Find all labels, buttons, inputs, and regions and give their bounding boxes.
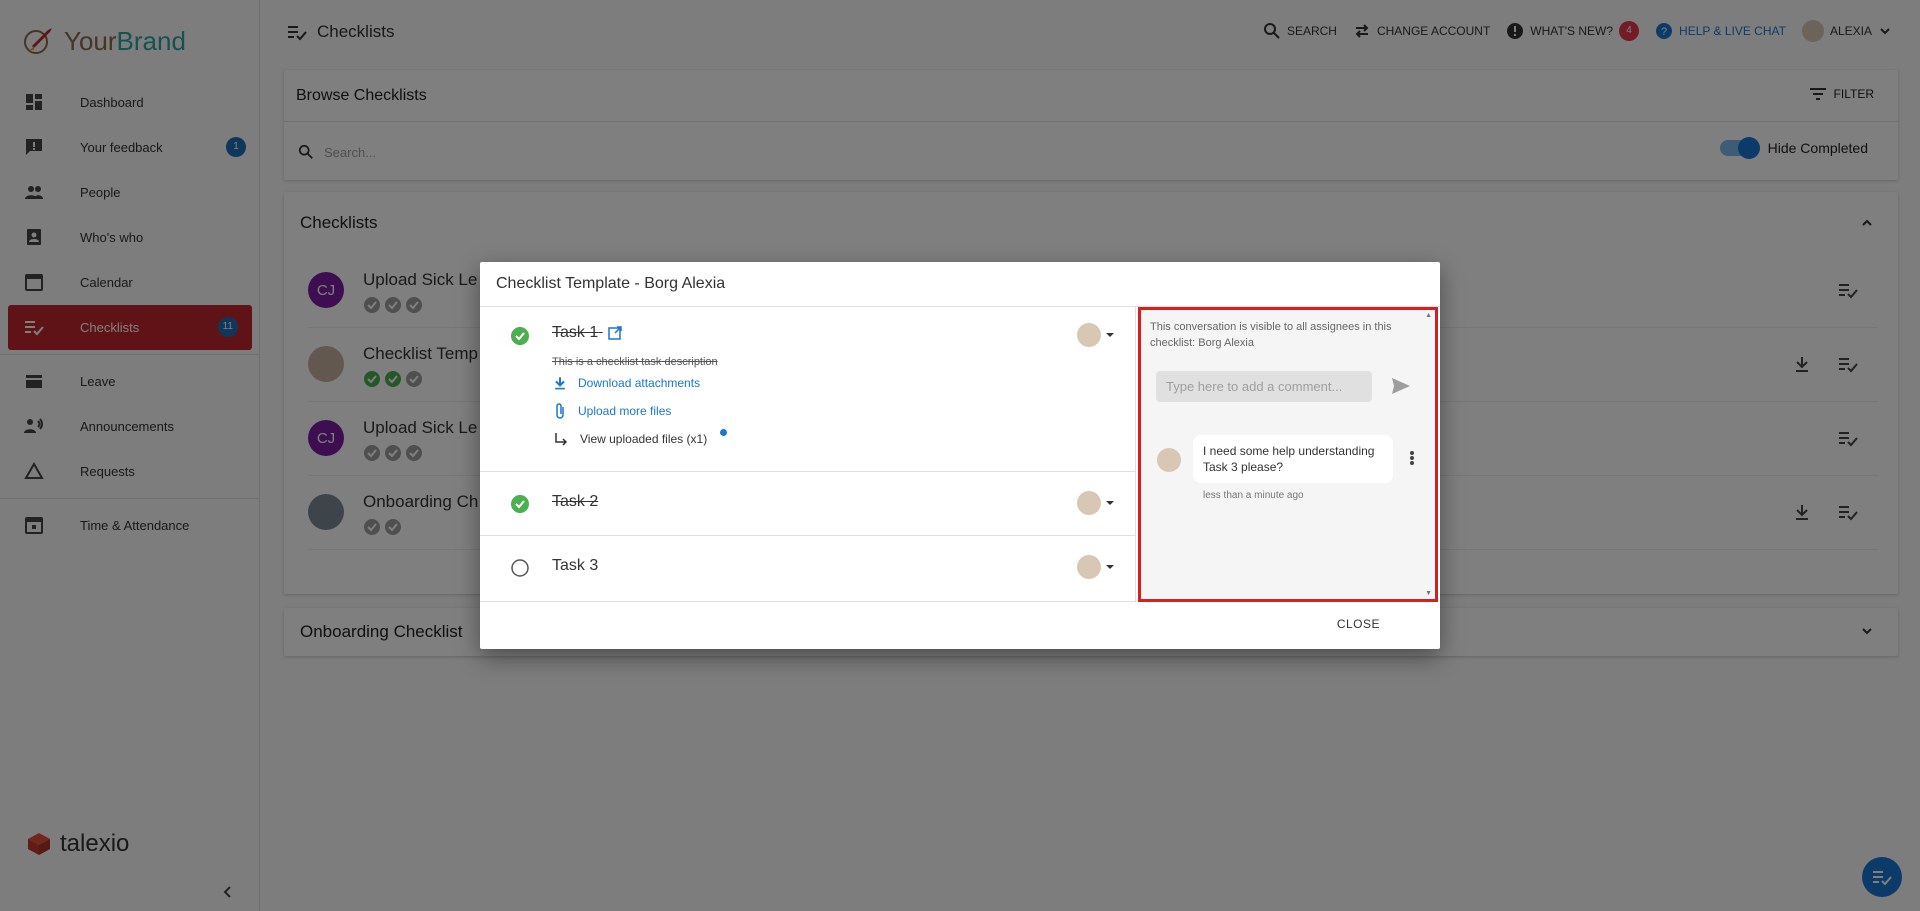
task-item: Task 2 <box>480 472 1135 536</box>
assignee-avatar <box>1077 491 1101 515</box>
task-name: Task 2 <box>552 493 599 510</box>
dialog-title: Checklist Template - Borg Alexia <box>480 262 1440 307</box>
comment-input[interactable]: Type here to add a comment... <box>1156 371 1372 402</box>
subdirectory-arrow-icon <box>555 433 568 446</box>
view-uploaded-files-link[interactable]: View uploaded files (x1) <box>552 431 707 447</box>
more-vert-icon[interactable] <box>1409 450 1415 466</box>
conversation-visibility-note: This conversation is visible to all assi… <box>1150 321 1392 349</box>
caret-down-icon <box>1106 501 1114 505</box>
task-name: Task 3 <box>552 557 599 574</box>
checklist-dialog: Checklist Template - Borg Alexia Task 1 … <box>480 262 1440 649</box>
open-external-icon[interactable] <box>607 325 623 341</box>
task-name: Task 1 <box>552 324 623 342</box>
scroll-up-arrow[interactable]: ▲ <box>1425 312 1432 319</box>
conversation-panel: ▲ This conversation is visible to all as… <box>1138 307 1438 602</box>
attachment-icon <box>556 403 564 419</box>
send-icon[interactable] <box>1391 377 1411 395</box>
caret-down-icon <box>1106 333 1114 337</box>
task-item: Task 1 This is a checklist task descript… <box>480 307 1135 472</box>
download-attachments-label: Download attachments <box>578 376 701 390</box>
empty-circle-icon[interactable] <box>510 558 530 578</box>
view-uploaded-files-label: View uploaded files (x1) <box>580 432 708 446</box>
assignee-avatar <box>1077 323 1101 347</box>
close-button[interactable]: CLOSE <box>1337 617 1380 631</box>
message-timestamp: less than a minute ago <box>1203 490 1304 501</box>
assignee-selector[interactable] <box>1077 555 1115 579</box>
check-circle-icon[interactable] <box>510 326 530 346</box>
assignee-selector[interactable] <box>1077 323 1115 347</box>
assignee-selector[interactable] <box>1077 491 1115 515</box>
scroll-down-arrow[interactable]: ▼ <box>1425 590 1432 597</box>
upload-more-files-label: Upload more files <box>578 404 672 418</box>
caret-down-icon <box>1106 565 1114 569</box>
download-icon <box>555 377 565 390</box>
task-item: Task 3 <box>480 536 1135 600</box>
check-circle-icon[interactable] <box>510 494 530 514</box>
assignee-avatar <box>1077 555 1101 579</box>
upload-more-files-link[interactable]: Upload more files <box>552 402 671 420</box>
task-description: This is a checklist task description <box>552 356 718 368</box>
chat-message: I need some help understanding Task 3 pl… <box>1193 435 1393 483</box>
message-author-avatar <box>1157 448 1181 472</box>
unread-indicator <box>720 429 727 436</box>
download-attachments-link[interactable]: Download attachments <box>552 375 700 391</box>
task-list: Task 1 This is a checklist task descript… <box>480 307 1136 602</box>
